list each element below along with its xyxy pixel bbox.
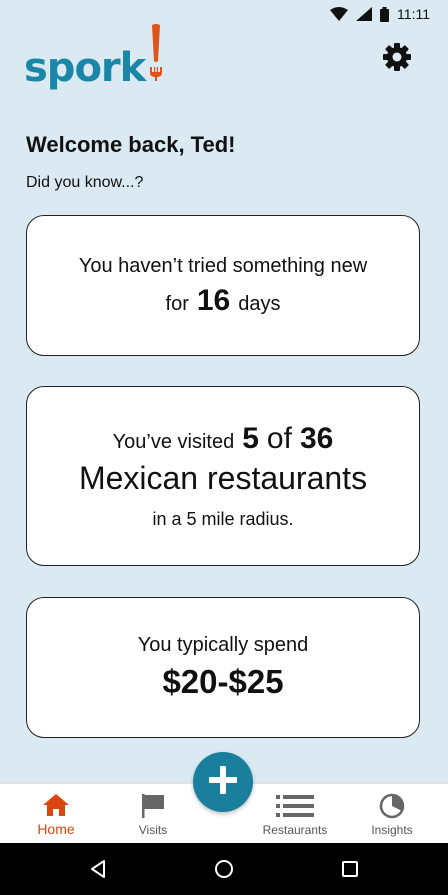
status-bar: 11:11 <box>0 0 448 28</box>
nav-home[interactable]: Home <box>22 784 90 844</box>
new-try-line: You haven’t tried something new <box>78 254 368 277</box>
recents-icon[interactable] <box>338 857 362 881</box>
visited-count: 5 <box>242 422 259 455</box>
welcome-title: Welcome back, Ted! <box>26 132 236 157</box>
visited-prefix: You’ve visited <box>112 431 235 453</box>
back-icon[interactable] <box>86 857 110 881</box>
new-try-suffix: days <box>238 292 281 315</box>
system-nav-bar <box>0 843 448 895</box>
app-logo: spork <box>24 24 165 91</box>
gear-icon <box>382 42 412 77</box>
list-icon <box>275 793 315 819</box>
logo-text: spork <box>24 45 146 91</box>
nav-restaurants-label: Restaurants <box>262 823 328 837</box>
nav-restaurants[interactable]: Restaurants <box>255 784 335 844</box>
nav-insights[interactable]: Insights <box>358 784 426 844</box>
pie-chart-icon <box>379 793 405 819</box>
nav-home-label: Home <box>37 821 75 837</box>
welcome-subtitle: Did you know...? <box>26 174 144 191</box>
visited-radius: in a 5 mile radius. <box>152 509 294 529</box>
signal-icon <box>356 7 373 21</box>
nav-visits-label: Visits <box>138 823 168 837</box>
logo-fork-icon <box>147 23 165 86</box>
visited-total: 36 <box>299 422 334 455</box>
visited-card[interactable]: You’ve visited 5 of 36 Mexican restauran… <box>26 386 420 566</box>
home-circle-icon[interactable] <box>212 857 236 881</box>
wifi-icon <box>330 7 349 21</box>
visited-row: You’ve visited 5 of 36 <box>113 422 334 456</box>
status-time: 11:11 <box>397 6 430 22</box>
new-try-days-row: for 16 days <box>166 284 281 318</box>
new-try-days: 16 <box>196 283 231 317</box>
home-icon <box>42 793 70 817</box>
plus-icon <box>208 765 238 800</box>
visited-cuisine: Mexican restaurants <box>78 460 368 496</box>
nav-visits[interactable]: Visits <box>123 784 183 844</box>
add-visit-button[interactable] <box>193 752 253 812</box>
visited-of: of <box>266 422 292 455</box>
new-try-prefix: for <box>165 292 189 315</box>
nav-insights-label: Insights <box>371 823 413 837</box>
spend-value: $20-$25 <box>162 663 284 700</box>
flag-icon <box>140 793 166 819</box>
spend-label: You typically spend <box>137 634 309 656</box>
settings-button[interactable] <box>380 42 414 76</box>
new-try-card[interactable]: You haven’t tried something new for 16 d… <box>26 215 420 356</box>
spend-card[interactable]: You typically spend $20-$25 <box>26 597 420 738</box>
battery-icon <box>380 6 390 22</box>
